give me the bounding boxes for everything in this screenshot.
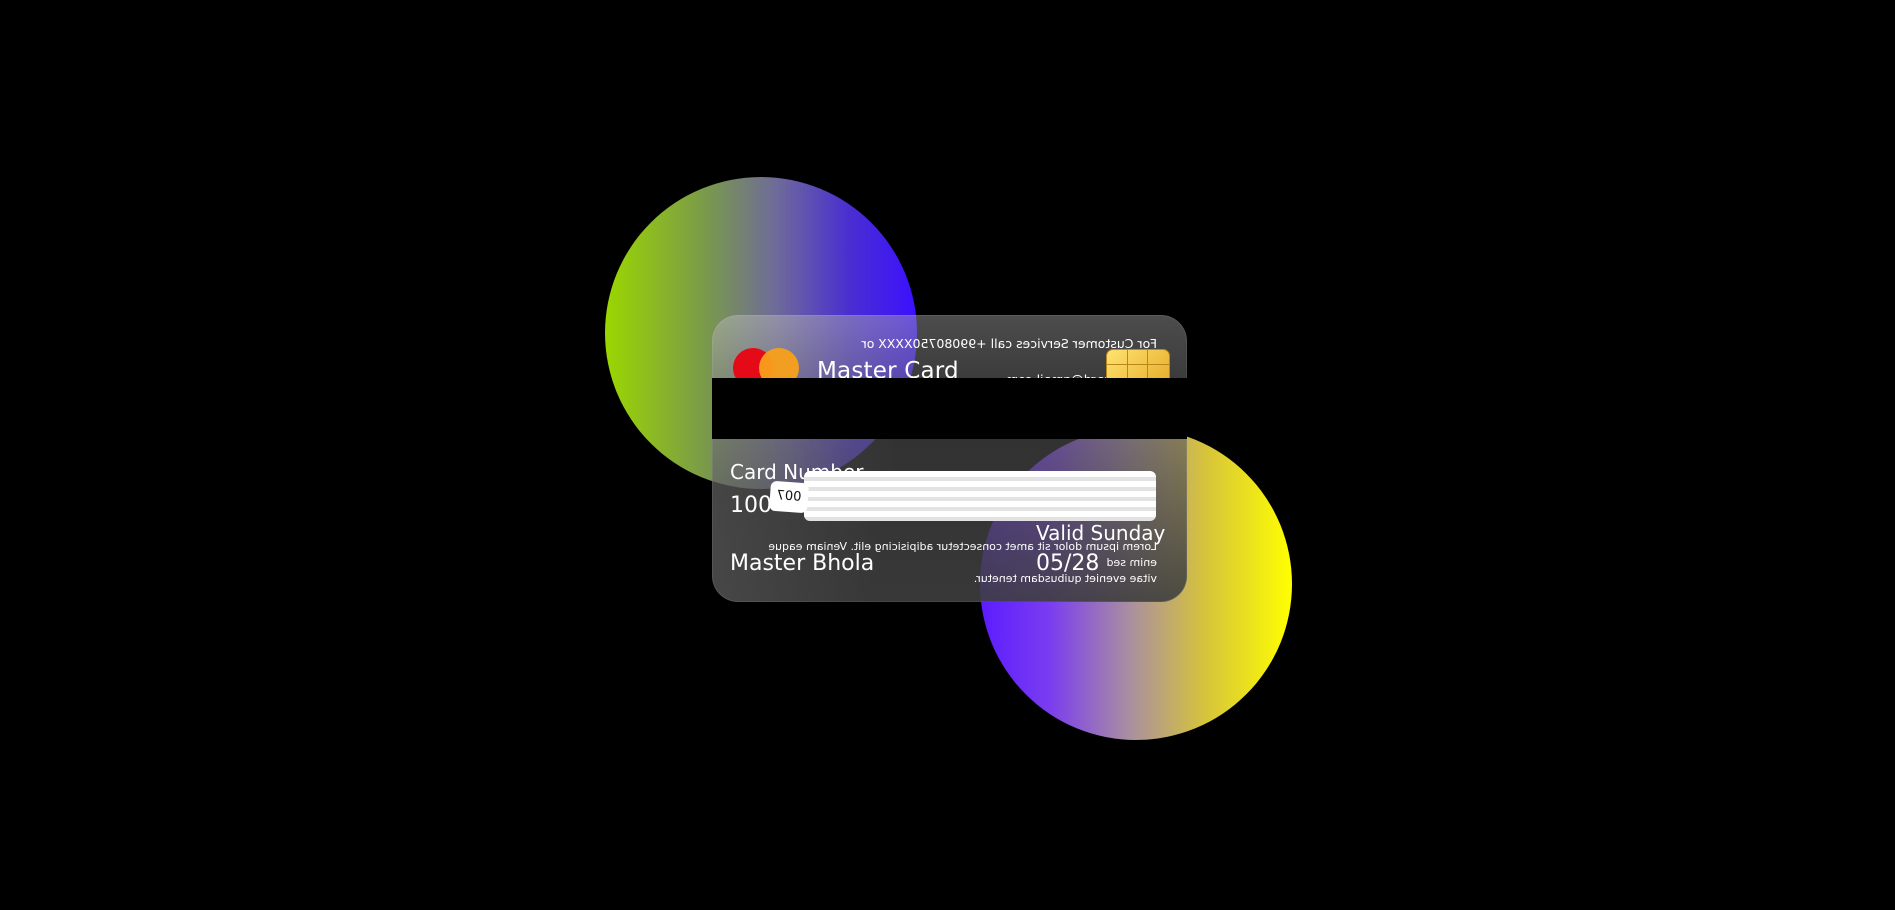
card-holder-name: Master Bhola — [730, 551, 875, 576]
card-expiry: 05/28 — [1036, 551, 1100, 576]
card-number: 100 — [730, 493, 772, 518]
signature-panel — [804, 471, 1156, 521]
credit-card: Master Card For Customer Services call +… — [712, 315, 1187, 602]
cvv-box: 007 — [768, 480, 810, 514]
magnetic-stripe — [712, 378, 1187, 439]
